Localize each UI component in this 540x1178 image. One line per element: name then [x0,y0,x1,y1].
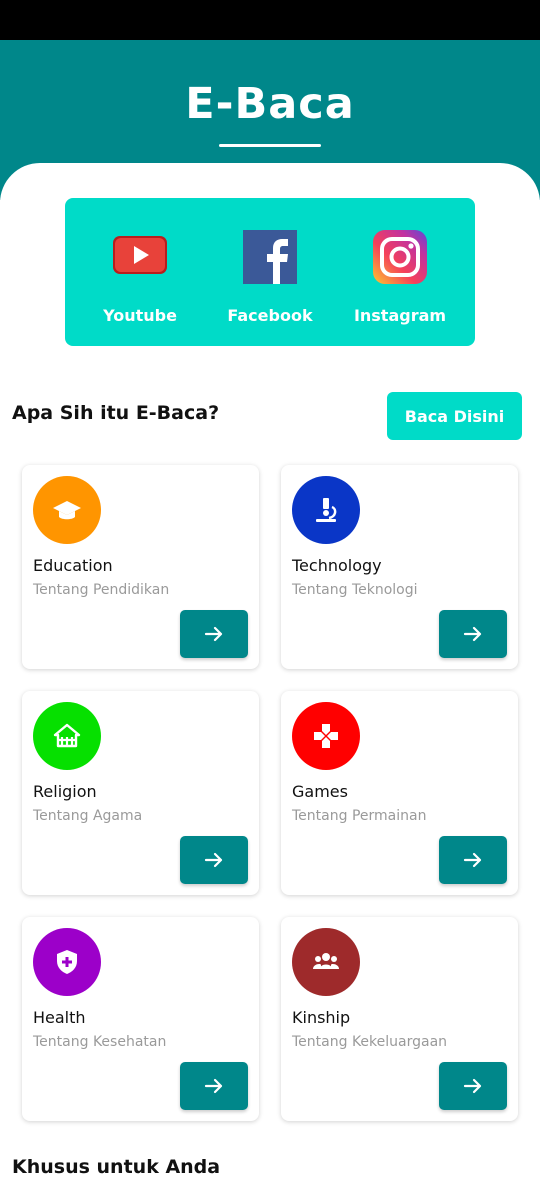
category-card-education: Education Tentang Pendidikan [22,465,259,669]
category-title: Kinship [292,1008,351,1027]
category-card-technology: Technology Tentang Teknologi [281,465,518,669]
page-title: E-Baca [185,79,355,129]
instagram-link[interactable]: Instagram [335,198,465,346]
social-links-panel: Youtube Facebook Instagram [65,198,475,346]
place-of-worship-icon [53,723,81,748]
arrow-right-icon [463,626,482,642]
arrow-right-icon [204,1078,223,1094]
arrow-right-icon [463,852,482,868]
open-health-button[interactable] [180,1062,248,1110]
category-card-kinship: Kinship Tentang Kekeluargaan [281,917,518,1121]
title-underline [219,144,321,147]
category-icon-badge [292,928,360,996]
group-icon [313,953,339,969]
youtube-label: Youtube [103,306,177,325]
read-here-button[interactable]: Baca Disini [387,392,522,440]
microscope-icon [316,498,337,522]
facebook-label: Facebook [227,306,313,325]
category-title: Technology [292,556,382,575]
arrow-right-icon [463,1078,482,1094]
arrow-right-icon [204,626,223,642]
category-card-religion: Religion Tentang Agama [22,691,259,895]
category-subtitle: Tentang Agama [33,808,143,824]
category-title: Education [33,556,113,575]
graduation-cap-icon [53,501,81,520]
youtube-icon [113,228,167,284]
instagram-label: Instagram [353,306,447,325]
open-technology-button[interactable] [439,610,507,658]
instagram-icon [373,228,427,284]
status-bar [0,0,540,40]
facebook-link[interactable]: Facebook [205,198,335,346]
open-kinship-button[interactable] [439,1062,507,1110]
category-title: Health [33,1008,86,1027]
category-icon-badge [292,476,360,544]
open-games-button[interactable] [439,836,507,884]
category-title: Religion [33,782,97,801]
facebook-icon [243,228,297,284]
category-icon-badge [33,928,101,996]
category-icon-badge [33,702,101,770]
open-religion-button[interactable] [180,836,248,884]
category-subtitle: Tentang Kekeluargaan [292,1034,448,1050]
open-education-button[interactable] [180,610,248,658]
category-subtitle: Tentang Kesehatan [33,1034,167,1050]
category-subtitle: Tentang Teknologi [292,582,418,598]
category-card-games: Games Tentang Permainan [281,691,518,895]
arrow-right-icon [204,852,223,868]
category-subtitle: Tentang Permainan [292,808,427,824]
about-title: Apa Sih itu E-Baca? [12,402,220,424]
for-you-section-title: Khusus untuk Anda [12,1156,221,1178]
gamepad-icon [314,724,338,748]
category-title: Games [292,782,348,801]
category-icon-badge [33,476,101,544]
shield-plus-icon [57,950,77,974]
youtube-link[interactable]: Youtube [75,198,205,346]
category-icon-badge [292,702,360,770]
category-card-health: Health Tentang Kesehatan [22,917,259,1121]
category-subtitle: Tentang Pendidikan [33,582,170,598]
